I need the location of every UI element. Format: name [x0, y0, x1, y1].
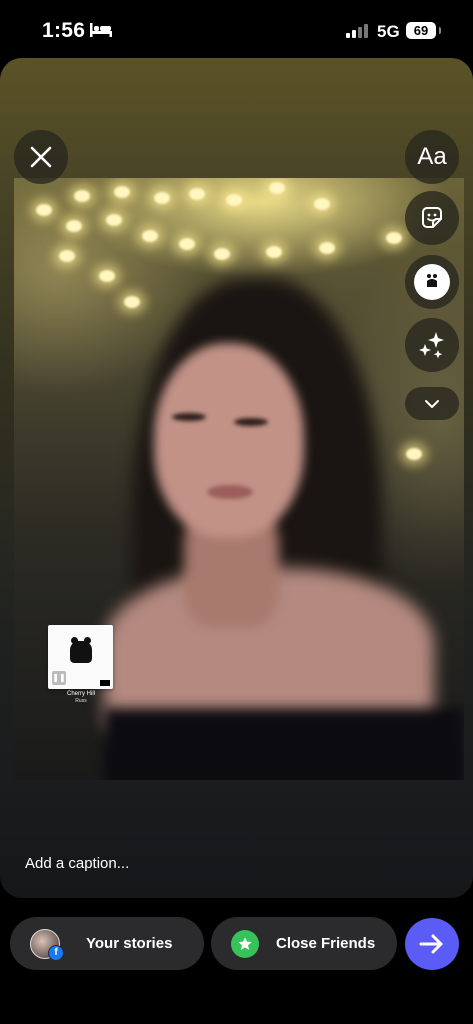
arrow-right-icon: [419, 934, 443, 954]
star-icon: [231, 930, 259, 958]
audio-wave-icon: ❚❚: [52, 671, 66, 685]
status-bar: 1:56 5G 69: [0, 0, 473, 58]
text-tool-label: Aa: [417, 143, 447, 170]
battery-cap: [439, 27, 441, 34]
effects-tool-button[interactable]: [405, 318, 459, 372]
effects-icon: [419, 332, 444, 359]
text-tool-button[interactable]: Aa: [405, 130, 459, 184]
send-button[interactable]: [405, 918, 459, 970]
chevron-down-icon: [425, 399, 439, 408]
song-artist: Russ: [75, 698, 87, 704]
more-tools-button[interactable]: [405, 387, 459, 420]
subject-top: [104, 708, 464, 780]
close-friends-button[interactable]: Close Friends: [211, 917, 397, 970]
song-title: Cherry Hill: [66, 691, 95, 697]
your-stories-label: Your stories: [86, 935, 173, 952]
sticker-tool-button[interactable]: [405, 191, 459, 245]
story-editor: Aa ❚❚ Cherry Hill Russ: [0, 58, 473, 898]
close-icon: [30, 146, 52, 168]
signal-icon: [346, 24, 370, 38]
battery-indicator: 69: [406, 22, 436, 39]
network-type: 5G: [377, 22, 400, 41]
sticker-icon: [422, 207, 442, 228]
home-indicator: [165, 1010, 308, 1015]
album-art-figure: [70, 641, 92, 663]
your-stories-button[interactable]: f Your stories: [10, 917, 204, 970]
music-icon: [414, 264, 450, 300]
close-button[interactable]: [14, 130, 68, 184]
subject-eye-left: [172, 413, 206, 421]
bed-icon: [90, 23, 112, 37]
subject-eye-right: [234, 418, 268, 426]
status-time: 1:56: [42, 19, 86, 42]
facebook-icon: f: [48, 945, 64, 961]
music-sticker[interactable]: ❚❚ Cherry Hill Russ: [48, 625, 114, 705]
caption-input[interactable]: Add a caption...: [25, 855, 129, 872]
subject-face: [154, 343, 304, 538]
parental-advisory-label: [100, 680, 110, 686]
subject-lips: [207, 485, 253, 499]
album-cover: ❚❚: [48, 625, 113, 689]
music-tool-button[interactable]: [405, 255, 459, 309]
close-friends-label: Close Friends: [276, 935, 376, 952]
